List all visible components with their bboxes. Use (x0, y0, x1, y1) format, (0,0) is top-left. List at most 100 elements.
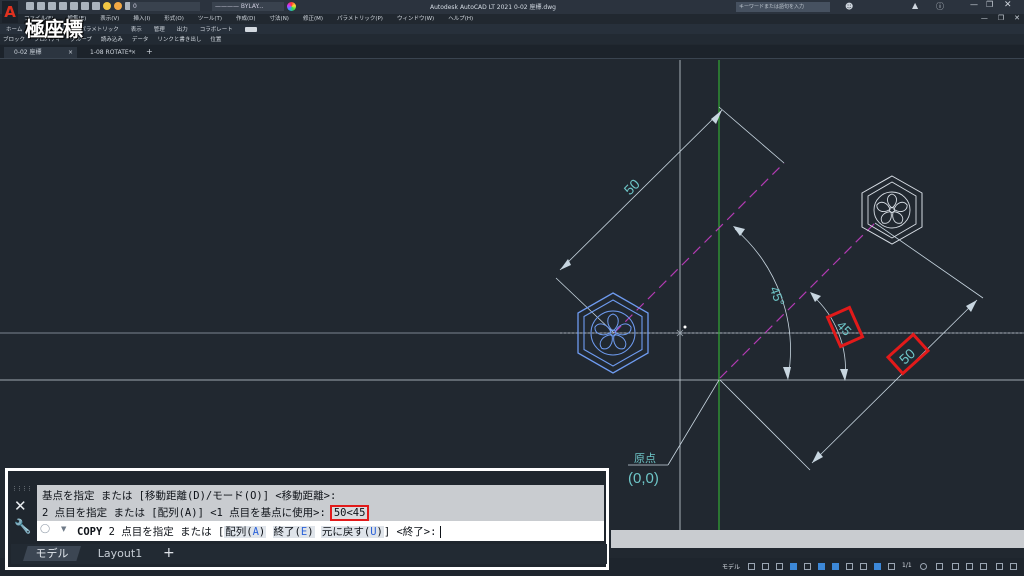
isolate-objects-icon[interactable] (952, 563, 959, 570)
customization-icon[interactable] (996, 563, 1003, 570)
lineweight-icon[interactable] (846, 563, 853, 570)
option-undo[interactable]: 元に戻す(U) (320, 526, 384, 538)
autodesk-app-icon[interactable]: ▲ (912, 1, 918, 10)
layout-tab-model[interactable]: モデル (23, 546, 81, 561)
open-file-icon[interactable] (37, 2, 45, 10)
dim-right-ext-a (719, 379, 811, 471)
new-file-icon[interactable] (26, 2, 34, 10)
prompt-text: 2 点目を指定 または [ (108, 526, 225, 538)
transparency-icon[interactable] (860, 563, 867, 570)
layout-tab-layout1[interactable]: Layout1 (85, 546, 155, 561)
isodraft-icon[interactable] (804, 563, 811, 570)
clean-screen-icon[interactable] (980, 563, 987, 570)
panel-block[interactable]: ブロック (3, 35, 25, 43)
ribbon-tab-output[interactable]: 出力 (177, 25, 188, 33)
command-history-line: 2 点目を指定 または [配列(A)] <1 点目を基点に使用>: 50<45 (42, 505, 370, 521)
layer-dropdown[interactable]: 0 (130, 2, 200, 11)
user-icon[interactable]: ☻ (845, 2, 853, 11)
dim-arc-arrow-a (733, 226, 745, 236)
dim-right-ext-b (874, 222, 984, 299)
menu-help[interactable]: ヘルプ(H) (448, 14, 473, 23)
panel-link-export[interactable]: リンクと書き出し (157, 35, 201, 43)
option-label: 終了( (273, 526, 301, 538)
annotation-scale-dropdown[interactable]: 1/1 (902, 562, 912, 569)
autocad-logo[interactable]: A (2, 1, 18, 23)
file-tab-bar: 0-02 座標 × 1-08 ROTATE* × + (0, 45, 1024, 59)
ribbon-toggle-icon[interactable] (244, 26, 257, 32)
linetype-dropdown[interactable]: ———— BYLAY... (212, 2, 284, 11)
sun-icon[interactable] (114, 2, 122, 10)
grid-icon[interactable] (748, 563, 755, 570)
doc-restore-icon[interactable]: ❐ (998, 14, 1004, 22)
ribbon-tabs: ホーム 挿入 注釈 パラメトリック 表示 管理 出力 コラボレート (0, 24, 1024, 34)
command-prompt-text: COPY 2 点目を指定 または [配列(A) 終了(E) 元に戻す(U)] <… (77, 524, 442, 539)
redo-icon[interactable] (92, 2, 100, 10)
model-space-toggle[interactable]: モデル (722, 562, 740, 571)
menu-parametric[interactable]: パラメトリック(P) (337, 14, 383, 23)
ribbon-tab-home[interactable]: ホーム (6, 25, 22, 33)
save-as-icon[interactable] (59, 2, 67, 10)
panel-import[interactable]: 読み込み (101, 35, 123, 43)
dim-ext-line-b (718, 106, 785, 164)
menu-dimension[interactable]: 寸法(N) (270, 14, 289, 23)
tab-close-icon[interactable]: × (68, 47, 73, 58)
color-wheel-icon[interactable] (287, 2, 296, 11)
ribbon-tab-collaborate[interactable]: コラボレート (200, 25, 233, 33)
close-icon[interactable]: ✕ (1004, 0, 1012, 10)
workspace-gear-icon[interactable] (920, 563, 927, 570)
ribbon-tab-parametric[interactable]: パラメトリック (80, 25, 118, 33)
panel-data[interactable]: データ (132, 35, 149, 43)
menu-view[interactable]: 表示(V) (100, 14, 119, 23)
doc-minimize-icon[interactable]: — (981, 14, 988, 22)
drag-grip-icon[interactable]: ⋮⋮⋮⋮ (12, 486, 32, 492)
undo-icon[interactable] (81, 2, 89, 10)
file-tab-active[interactable]: 0-02 座標 × (4, 47, 77, 58)
menu-tools[interactable]: ツール(T) (198, 14, 222, 23)
option-exit[interactable]: 終了(E) (272, 526, 315, 538)
menu-insert[interactable]: 挿入(I) (133, 14, 150, 23)
help-icon[interactable]: ⓘ (936, 1, 944, 12)
command-input[interactable]: ◯ ▼ COPY 2 点目を指定 または [配列(A) 終了(E) 元に戻す(U… (37, 521, 604, 541)
annotation-monitor-icon[interactable] (936, 563, 943, 570)
object-snap-icon[interactable] (832, 563, 839, 570)
snap-icon[interactable] (762, 563, 769, 570)
lightbulb-icon[interactable] (103, 2, 111, 10)
polar-tracking-icon[interactable] (790, 563, 797, 570)
hardware-acceleration-icon[interactable] (966, 563, 973, 570)
restore-icon[interactable]: ❐ (986, 0, 993, 9)
minimize-icon[interactable]: — (970, 0, 978, 9)
option-array[interactable]: 配列(A) (224, 526, 267, 538)
window-title: Autodesk AutoCAD LT 2021 0-02 座標.dwg (430, 4, 556, 11)
recent-commands-dropdown-icon[interactable]: ▼ (61, 525, 66, 533)
ribbon-tab-manage[interactable]: 管理 (154, 25, 165, 33)
new-tab-button[interactable]: + (146, 47, 153, 56)
emblem-hexagon-copy[interactable] (861, 175, 923, 245)
ortho-icon[interactable] (776, 563, 783, 570)
prompt-text-end: ] <終了>: (383, 526, 437, 538)
command-icon[interactable]: ◯ (40, 524, 50, 534)
menu-format[interactable]: 形式(O) (164, 14, 184, 23)
wrench-icon[interactable]: 🔧 (14, 519, 31, 535)
menu-window[interactable]: ウィンドウ(W) (397, 14, 434, 23)
search-input[interactable]: キーワードまたは語句を入力 (736, 2, 830, 12)
dim-arrow-right-a (812, 451, 823, 463)
origin-label: 原点 (634, 452, 656, 465)
file-tab[interactable]: 1-08 ROTATE* × (80, 47, 140, 58)
print-icon[interactable] (70, 2, 78, 10)
file-tab-label: 0-02 座標 (14, 49, 42, 56)
menu-modify[interactable]: 修正(M) (303, 14, 323, 23)
object-snap-tracking-icon[interactable] (818, 563, 825, 570)
menu-draw[interactable]: 作成(D) (236, 14, 256, 23)
fullscreen-icon[interactable] (1010, 563, 1017, 570)
close-icon[interactable]: ✕ (14, 497, 27, 515)
auto-scale-icon[interactable] (888, 563, 895, 570)
tab-close-icon[interactable]: × (131, 47, 136, 58)
add-layout-button[interactable]: + (163, 545, 175, 561)
text-cursor (440, 526, 442, 538)
save-icon[interactable] (48, 2, 56, 10)
panel-location[interactable]: 位置 (210, 35, 221, 43)
ribbon-tab-view[interactable]: 表示 (131, 25, 142, 33)
annotation-visibility-icon[interactable] (874, 563, 881, 570)
overlay-caption: 極座標 (25, 17, 83, 41)
doc-close-icon[interactable]: ✕ (1014, 14, 1020, 22)
